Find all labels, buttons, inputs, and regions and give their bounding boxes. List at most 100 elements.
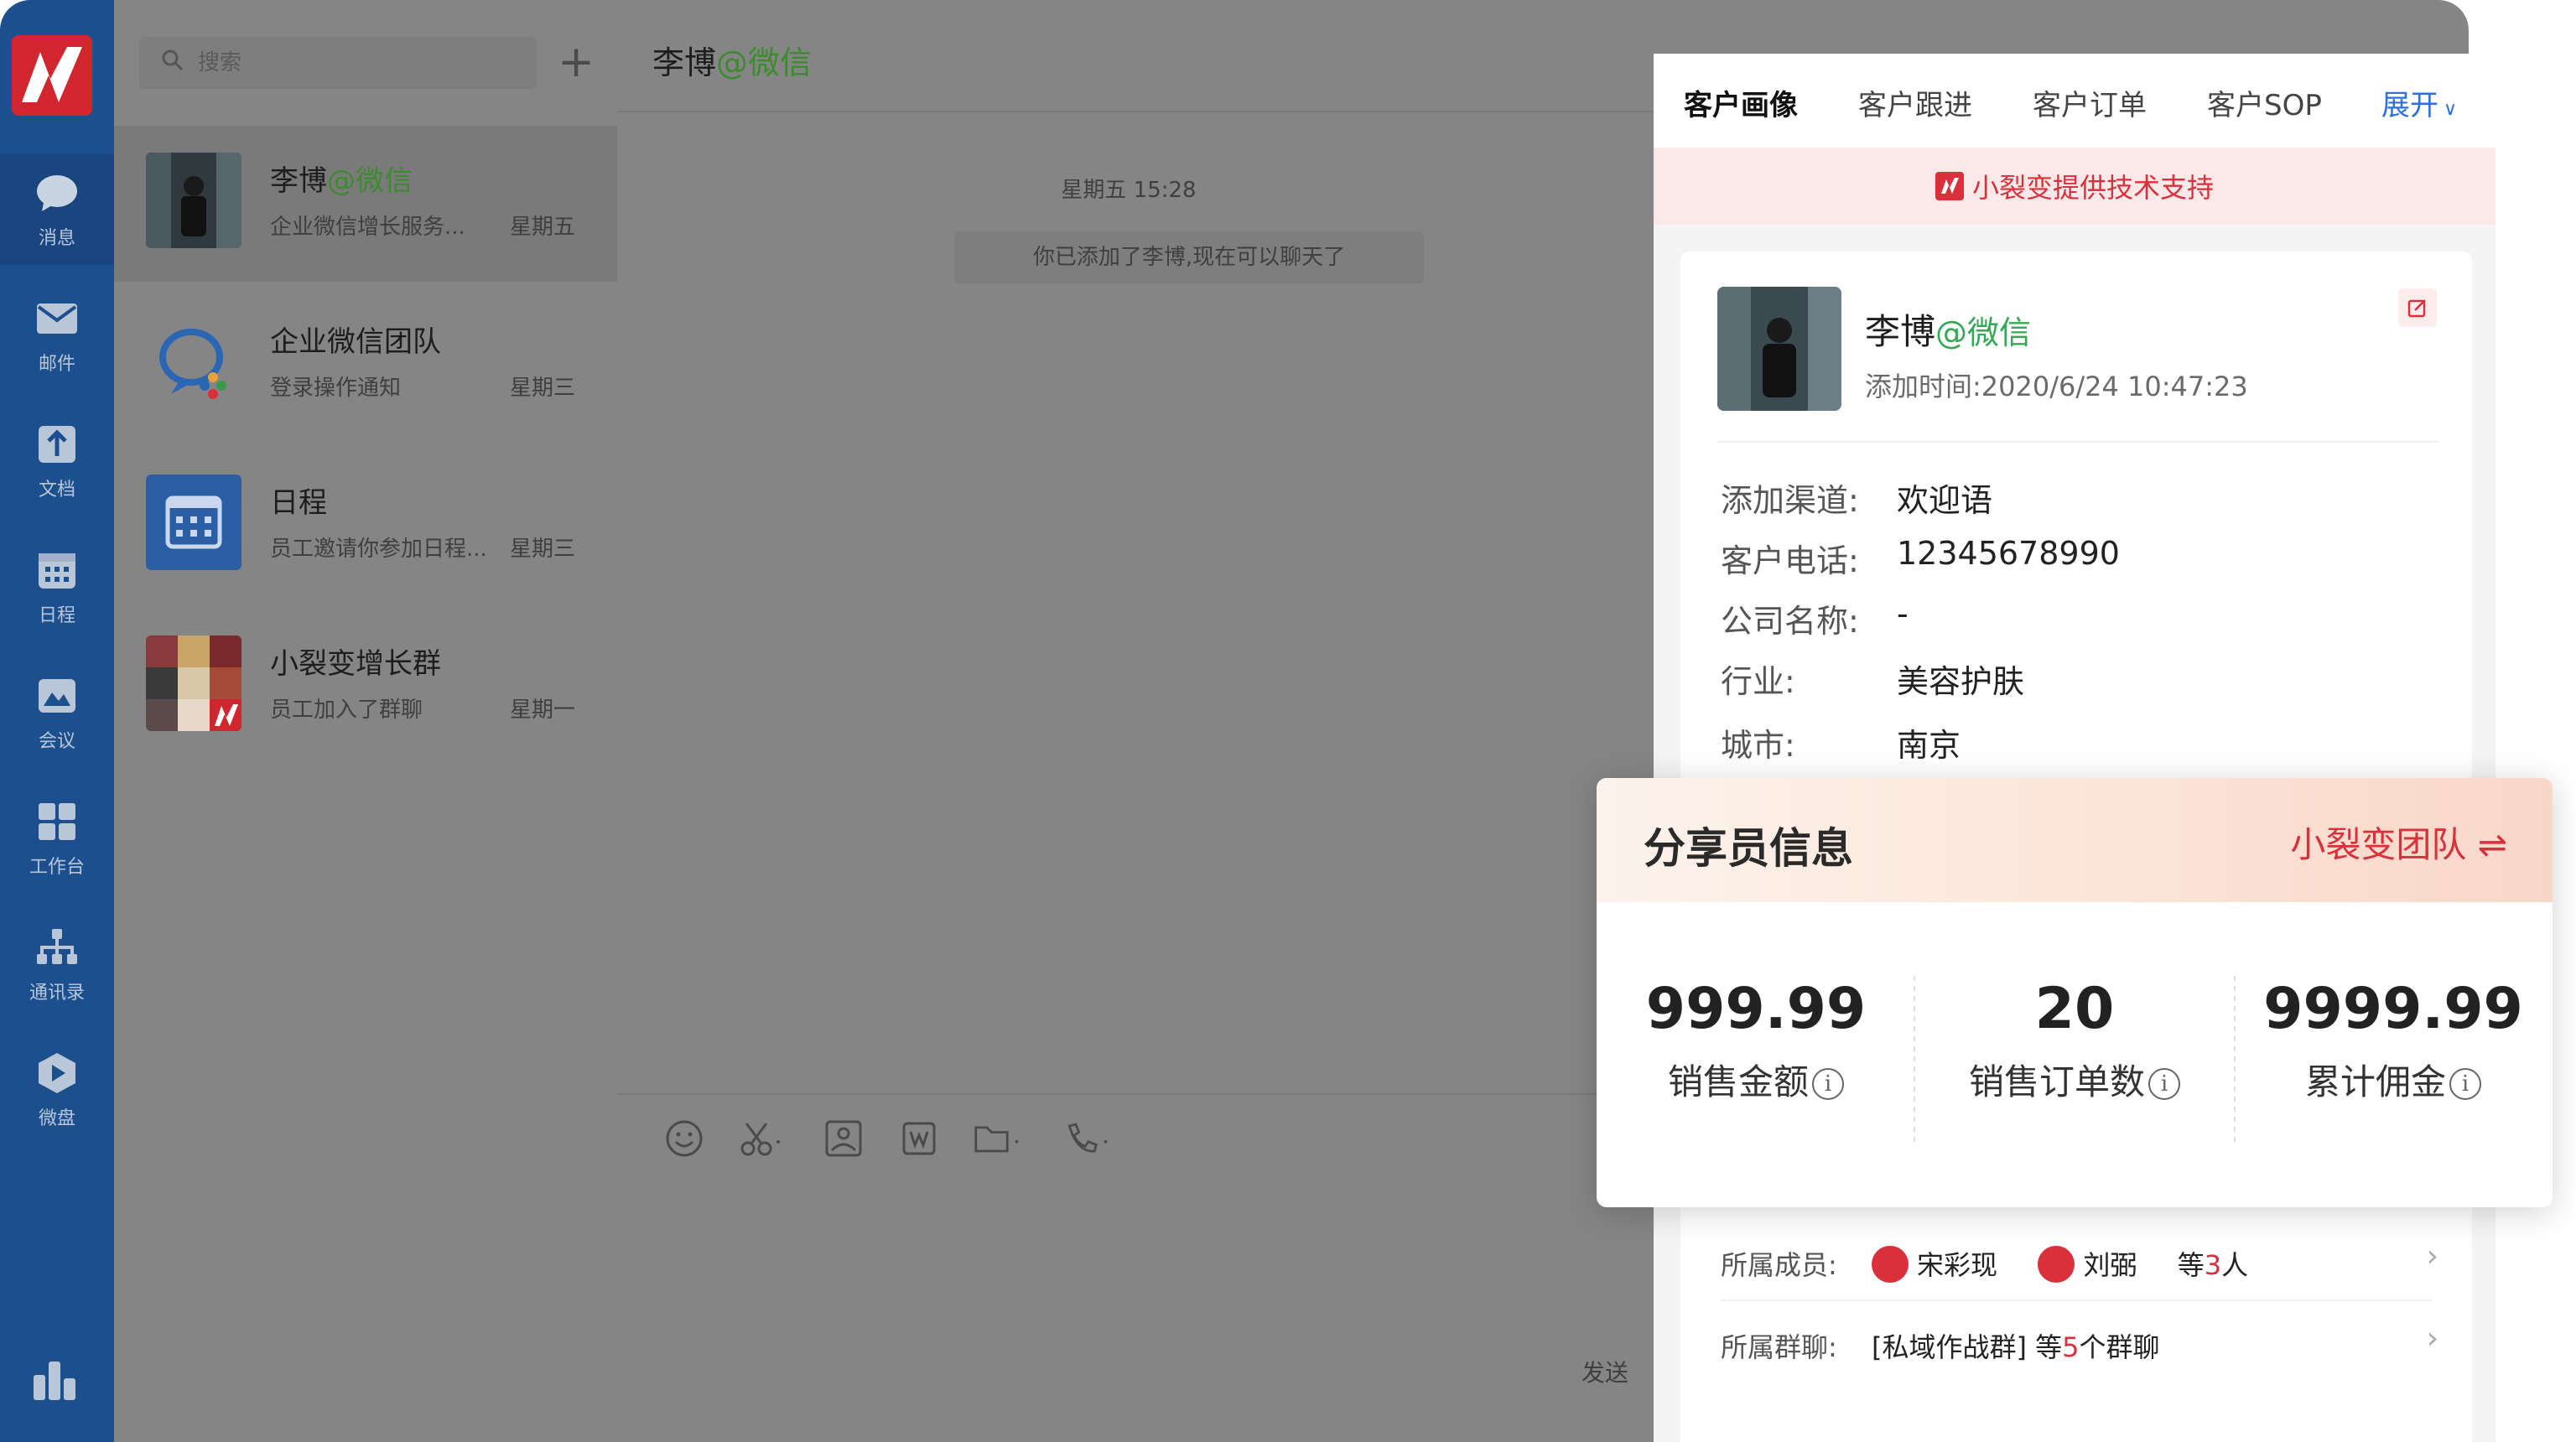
search-box[interactable] bbox=[139, 37, 537, 89]
meeting-icon bbox=[34, 672, 80, 719]
add-button[interactable]: + bbox=[550, 37, 602, 89]
rail-label: 日程 bbox=[38, 605, 75, 626]
send-button[interactable]: 发送 bbox=[1581, 1355, 1628, 1388]
field-label: 行业: bbox=[1721, 663, 1795, 700]
app-logo bbox=[12, 35, 92, 116]
left-rail: 消息 邮件 文档 日程 会议 工作台 通讯录 微盘 bbox=[0, 0, 114, 1442]
chevron-right-icon: › bbox=[2426, 1321, 2438, 1356]
conversation-time: 星期五 bbox=[510, 215, 576, 240]
conversation-name: 李博@微信 bbox=[270, 164, 413, 198]
conversation-item[interactable]: 企业微信团队 登录操作通知 星期三 bbox=[114, 287, 617, 443]
rail-item-mail[interactable]: 邮件 bbox=[0, 280, 114, 391]
conversation-name: 日程 bbox=[270, 486, 327, 520]
edit-icon[interactable] bbox=[2398, 288, 2437, 327]
support-banner: 小裂变提供技术支持 bbox=[1654, 148, 2496, 225]
conversation-time: 星期一 bbox=[510, 698, 576, 723]
conversation-list: + 李博@微信 企业微信增长服务... 星期五 企业微信团队 登录操作通知 星期… bbox=[114, 0, 617, 1442]
rail-item-docs[interactable]: 文档 bbox=[0, 406, 114, 516]
tab-customer-sop[interactable]: 客户SOP bbox=[2207, 82, 2322, 123]
chat-timestamp: 星期五 15:28 bbox=[1061, 178, 1197, 203]
sharer-title: 分享员信息 bbox=[1644, 824, 1853, 873]
member-avatar bbox=[2038, 1246, 2075, 1283]
chat-title: 李博@微信 bbox=[652, 44, 813, 81]
conversation-item[interactable]: 日程 员工邀请你参加日程... 星期三 bbox=[114, 448, 617, 604]
calendar-icon bbox=[34, 547, 80, 594]
customer-panel: 客户画像 客户跟进 客户订单 客户SOP 展开 ∨ 小裂变提供技术支持 李博@微信… bbox=[1654, 54, 2496, 1442]
brand-logo-icon bbox=[1935, 172, 1964, 200]
expand-button[interactable]: 展开 ∨ bbox=[2381, 82, 2457, 123]
groups-row[interactable]: 所属群聊: [私域作战群] 等5个群聊 › bbox=[1680, 1301, 2472, 1382]
tab-customer-orders[interactable]: 客户订单 bbox=[2033, 82, 2147, 123]
rail-item-workbench[interactable]: 工作台 bbox=[0, 783, 114, 894]
drive-icon bbox=[34, 1050, 80, 1097]
rail-label: 微盘 bbox=[38, 1108, 75, 1129]
tab-customer-followup[interactable]: 客户跟进 bbox=[1858, 82, 1972, 123]
workbench-icon bbox=[34, 798, 80, 845]
conversation-preview: 员工邀请你参加日程... bbox=[270, 537, 487, 562]
field-label: 添加渠道: bbox=[1721, 482, 1859, 519]
wecom-team-avatar bbox=[146, 314, 242, 409]
conversation-name: 企业微信团队 bbox=[270, 325, 441, 359]
rail-label: 通讯录 bbox=[29, 983, 85, 1004]
search-icon bbox=[161, 49, 184, 78]
info-icon[interactable]: i bbox=[2449, 1068, 2481, 1100]
word-doc-icon[interactable] bbox=[894, 1113, 944, 1164]
rail-label: 工作台 bbox=[29, 857, 85, 878]
avatar bbox=[1717, 287, 1841, 411]
field-value: 南京 bbox=[1897, 727, 1961, 764]
support-text: 小裂变提供技术支持 bbox=[1971, 172, 2214, 204]
field-value: 欢迎语 bbox=[1897, 482, 1993, 519]
conversation-item[interactable]: 小裂变增长群 员工加入了群聊 星期一 bbox=[114, 609, 617, 765]
rail-label: 邮件 bbox=[38, 354, 75, 375]
info-icon[interactable]: i bbox=[1812, 1068, 1844, 1100]
rail-item-messages[interactable]: 消息 bbox=[0, 154, 114, 265]
chevron-right-icon: › bbox=[2426, 1239, 2438, 1273]
members-label: 所属成员: bbox=[1721, 1249, 1837, 1281]
tab-customer-profile[interactable]: 客户画像 bbox=[1684, 82, 1798, 123]
folder-icon[interactable] bbox=[973, 1113, 1023, 1164]
message-icon bbox=[34, 169, 80, 216]
document-icon bbox=[34, 421, 80, 468]
groups-label: 所属群聊: bbox=[1721, 1331, 1837, 1363]
screenshot-icon[interactable] bbox=[736, 1113, 787, 1164]
rail-item-contacts[interactable]: 通讯录 bbox=[0, 909, 114, 1019]
conversation-preview: 企业微信增长服务... bbox=[270, 215, 465, 240]
group-avatar bbox=[146, 635, 242, 731]
more-apps-icon[interactable] bbox=[30, 1353, 80, 1403]
stat-order-count: 20 销售订单数 i bbox=[1915, 976, 2234, 1105]
sharer-header: 分享员信息 小裂变团队 ⇌ bbox=[1597, 778, 2553, 902]
team-switch-button[interactable]: 小裂变团队 ⇌ bbox=[2290, 817, 2507, 868]
member-avatar bbox=[1872, 1246, 1909, 1283]
conversation-preview: 登录操作通知 bbox=[270, 376, 402, 401]
conversation-name: 小裂变增长群 bbox=[270, 647, 441, 681]
conversation-preview: 员工加入了群聊 bbox=[270, 698, 423, 723]
rail-item-meeting[interactable]: 会议 bbox=[0, 657, 114, 768]
avatar bbox=[146, 153, 242, 248]
rail-item-calendar[interactable]: 日程 bbox=[0, 532, 114, 642]
rail-label: 会议 bbox=[38, 731, 75, 752]
field-label: 城市: bbox=[1721, 727, 1795, 764]
field-value: 美容护肤 bbox=[1897, 663, 2025, 700]
rail-item-drive[interactable]: 微盘 bbox=[0, 1035, 114, 1145]
phone-icon[interactable] bbox=[1062, 1113, 1112, 1164]
conversation-item[interactable]: 李博@微信 企业微信增长服务... 星期五 bbox=[114, 126, 617, 282]
customer-name: 李博@微信 bbox=[1865, 311, 2032, 352]
switch-icon: ⇌ bbox=[2477, 824, 2507, 865]
next-card bbox=[1680, 1412, 2472, 1442]
conversation-time: 星期三 bbox=[510, 537, 576, 562]
info-icon[interactable]: i bbox=[2148, 1068, 2180, 1100]
rail-label: 文档 bbox=[38, 480, 75, 501]
panel-tabs: 客户画像 客户跟进 客户订单 客户SOP 展开 ∨ bbox=[1654, 54, 2496, 148]
contacts-icon bbox=[34, 924, 80, 971]
field-value: 12345678990 bbox=[1897, 535, 2120, 572]
members-row[interactable]: 所属成员: 宋彩现 刘弼 等3人 › bbox=[1680, 1219, 2472, 1299]
groups-value: [私域作战群] 等5个群聊 bbox=[1872, 1331, 2160, 1363]
members-value: 宋彩现 刘弼 等3人 bbox=[1872, 1244, 2248, 1283]
chevron-down-icon: ∨ bbox=[2444, 99, 2458, 120]
stat-total-commission: 9999.99 累计佣金 i bbox=[2263, 976, 2523, 1102]
search-input[interactable] bbox=[198, 50, 517, 75]
system-message: 你已添加了李博,现在可以聊天了 bbox=[954, 231, 1424, 283]
emoji-icon[interactable] bbox=[659, 1113, 709, 1164]
calendar-avatar bbox=[146, 475, 242, 570]
image-icon[interactable] bbox=[818, 1113, 869, 1164]
